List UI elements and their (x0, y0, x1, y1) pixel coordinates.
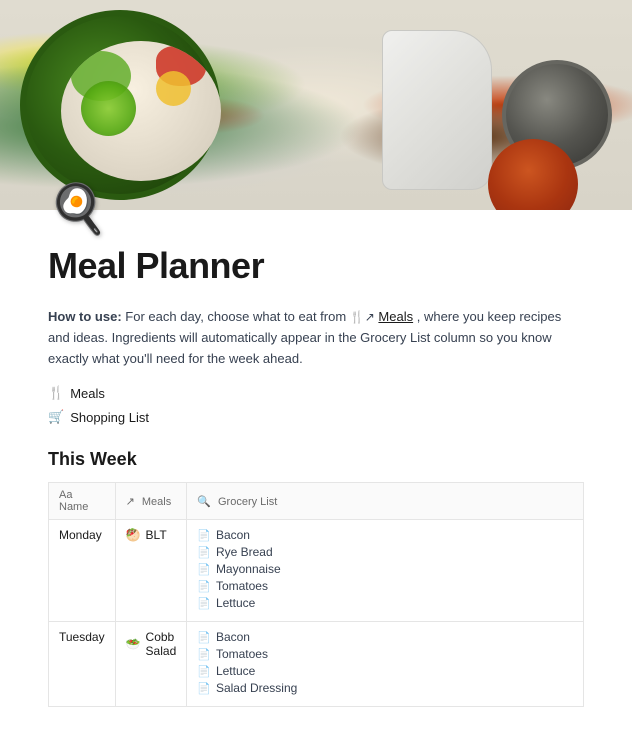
grocery-item[interactable]: 📄 Salad Dressing (197, 681, 573, 695)
meal-name: Cobb Salad (146, 630, 177, 658)
grocery-doc-icon: 📄 (197, 665, 211, 678)
grocery-doc-icon: 📄 (197, 597, 211, 610)
grocery-item[interactable]: 📄 Rye Bread (197, 545, 573, 559)
grocery-item[interactable]: 📄 Tomatoes (197, 647, 573, 661)
grocery-doc-icon: 📄 (197, 546, 211, 559)
grocery-doc-icon: 📄 (197, 631, 211, 644)
page-title: Meal Planner (48, 245, 584, 287)
col-header-name: Aa Name (49, 483, 116, 520)
page-icon-area: 🍳 (0, 180, 632, 237)
table-row: Monday 🥙 BLT 📄 Bacon 📄 Rye Bread 📄 Mayonnaise 📄 To… (49, 520, 584, 622)
shopping-link-label[interactable]: Shopping List (70, 410, 149, 425)
day-cell: Monday (49, 520, 116, 622)
meal-name: BLT (146, 528, 167, 542)
grocery-name: Lettuce (216, 664, 255, 678)
page-content: Meal Planner How to use: For each day, c… (0, 245, 632, 731)
col-header-grocery: 🔍 Grocery List (187, 483, 584, 520)
grocery-name: Rye Bread (216, 545, 273, 559)
how-to-label: How to use: (48, 309, 122, 324)
aa-icon: Aa (59, 489, 72, 501)
week-table: Aa Name ↗ Meals 🔍 Grocery List Monday 🥙 BL… (48, 482, 584, 707)
page-icon: 🍳 (48, 180, 108, 237)
meals-link-icon: 🍴 (48, 385, 64, 401)
col-name-label: Name (59, 501, 88, 513)
grocery-doc-icon: 📄 (197, 563, 211, 576)
meals-nav-link[interactable]: 🍴 Meals (48, 385, 584, 401)
table-row: Tuesday 🥗 Cobb Salad 📄 Bacon 📄 Tomatoes 📄 Lettuc… (49, 622, 584, 707)
table-icon-small: 🍴↗ (350, 310, 375, 324)
grocery-item[interactable]: 📄 Tomatoes (197, 579, 573, 593)
meal-cell: 🥙 BLT (115, 520, 187, 622)
grocery-doc-icon: 📄 (197, 580, 211, 593)
meal-item[interactable]: 🥙 BLT (126, 528, 177, 542)
arrow-icon: ↗ (126, 495, 135, 508)
meals-link-label[interactable]: Meals (70, 386, 105, 401)
meal-emoji: 🥙 (126, 528, 141, 542)
hero-image (0, 0, 632, 210)
how-to-text1: For each day, choose what to eat from (125, 309, 350, 324)
grocery-doc-icon: 📄 (197, 648, 211, 661)
grocery-item[interactable]: 📄 Bacon (197, 528, 573, 542)
meals-link[interactable]: Meals (378, 309, 413, 324)
this-week-title: This Week (48, 449, 584, 470)
table-header-row: Aa Name ↗ Meals 🔍 Grocery List (49, 483, 584, 520)
col-header-meals: ↗ Meals (115, 483, 187, 520)
grocery-name: Bacon (216, 528, 250, 542)
grocery-doc-icon: 📄 (197, 682, 211, 695)
col-meals-label: Meals (142, 496, 171, 508)
day-cell: Tuesday (49, 622, 116, 707)
search-icon: 🔍 (197, 495, 211, 508)
meal-emoji: 🥗 (126, 637, 141, 651)
meal-cell: 🥗 Cobb Salad (115, 622, 187, 707)
grocery-doc-icon: 📄 (197, 529, 211, 542)
grocery-cell: 📄 Bacon 📄 Tomatoes 📄 Lettuce 📄 Salad Dressing (187, 622, 584, 707)
grocery-name: Lettuce (216, 596, 255, 610)
grocery-item[interactable]: 📄 Mayonnaise (197, 562, 573, 576)
grocery-item[interactable]: 📄 Bacon (197, 630, 573, 644)
grocery-name: Bacon (216, 630, 250, 644)
grocery-item[interactable]: 📄 Lettuce (197, 596, 573, 610)
grocery-name: Tomatoes (216, 579, 268, 593)
shopping-list-nav-link[interactable]: 🛒 Shopping List (48, 409, 584, 425)
meal-item[interactable]: 🥗 Cobb Salad (126, 630, 177, 658)
grocery-item[interactable]: 📄 Lettuce (197, 664, 573, 678)
shopping-link-icon: 🛒 (48, 409, 64, 425)
grocery-cell: 📄 Bacon 📄 Rye Bread 📄 Mayonnaise 📄 Tomatoes 📄 Let… (187, 520, 584, 622)
col-grocery-label: Grocery List (218, 496, 277, 508)
grocery-name: Salad Dressing (216, 681, 297, 695)
grocery-name: Mayonnaise (216, 562, 281, 576)
grocery-name: Tomatoes (216, 647, 268, 661)
how-to-description: How to use: For each day, choose what to… (48, 307, 584, 369)
